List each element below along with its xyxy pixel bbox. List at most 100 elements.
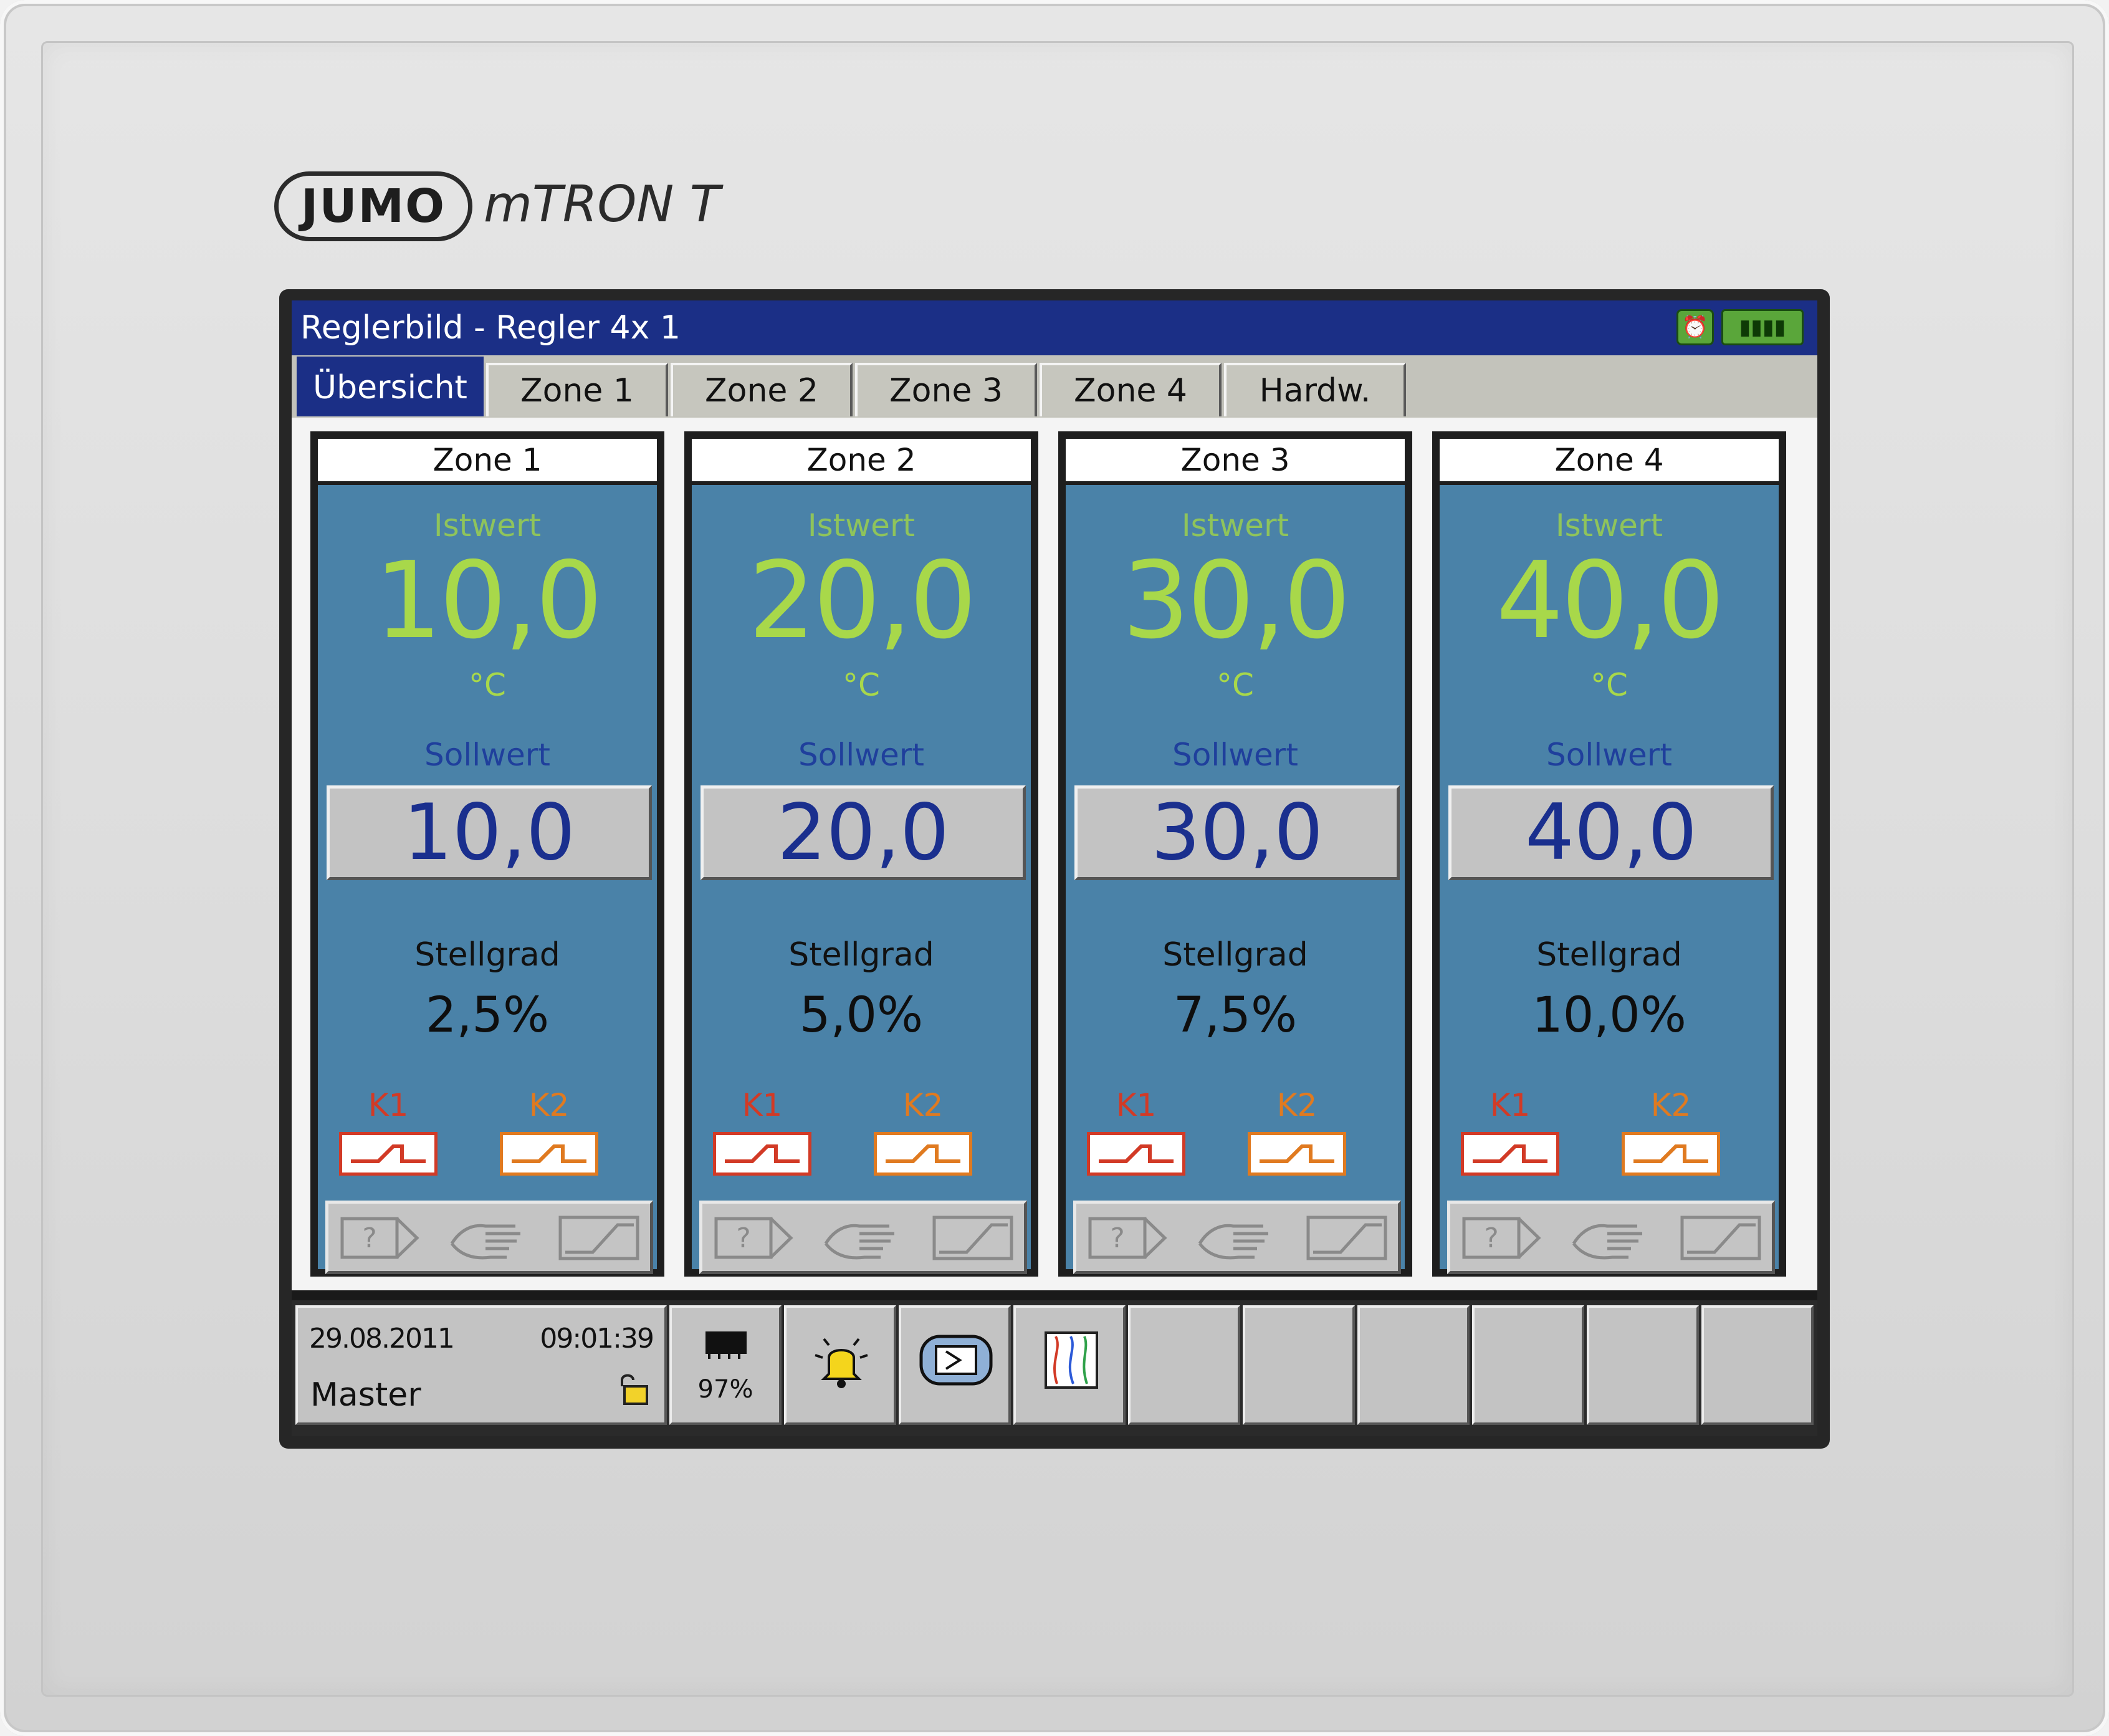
k1-label: K1 — [368, 1087, 409, 1123]
k1-label: K1 — [1116, 1087, 1157, 1123]
stellgrad-value: 5,0% — [799, 987, 924, 1043]
istwert-value: 20,0 — [748, 539, 977, 663]
unit-label: °C — [1217, 667, 1254, 703]
tab-zone-3[interactable]: Zone 3 — [855, 363, 1037, 416]
manual-hand-icon[interactable] — [1569, 1212, 1653, 1264]
ramp-icon[interactable] — [557, 1212, 641, 1264]
tab-hardware[interactable]: Hardw. — [1224, 363, 1406, 416]
touch-screen: Reglerbild - Regler 4x 1 ⏰ ▮▮▮▮ Übersich… — [292, 300, 1817, 1436]
zone-title: Zone 2 — [688, 435, 1035, 485]
help-icon[interactable]: ? — [1460, 1212, 1545, 1264]
ramp-icon[interactable] — [1678, 1212, 1763, 1264]
device-housing: JUMO mTRON T Reglerbild - Regler 4x 1 ⏰ … — [0, 0, 2109, 1736]
zone-title: Zone 1 — [314, 435, 661, 485]
sollwert-input[interactable]: 20,0 — [701, 785, 1026, 880]
sollwert-input[interactable]: 30,0 — [1074, 785, 1400, 880]
padlock-open-icon[interactable] — [613, 1370, 651, 1408]
help-icon[interactable]: ? — [338, 1212, 423, 1264]
overview-panel: Zone 1 Istwert 10,0 °C Sollwert 10,0 Ste… — [292, 418, 1817, 1290]
k1-label: K1 — [1490, 1087, 1531, 1123]
stellgrad-value: 7,5% — [1173, 987, 1298, 1043]
login-icon — [919, 1335, 993, 1386]
tab-bar: Übersicht Zone 1 Zone 2 Zone 3 Zone 4 Ha… — [292, 355, 1817, 418]
window-title: Reglerbild - Regler 4x 1 — [300, 309, 681, 347]
sollwert-label: Sollwert — [798, 737, 924, 773]
empty-softkey[interactable] — [1128, 1305, 1240, 1425]
memory-button[interactable]: 97% — [669, 1305, 782, 1425]
brand-logo: JUMO — [274, 171, 472, 241]
memory-chip-icon — [705, 1331, 747, 1359]
unit-label: °C — [469, 667, 506, 703]
help-icon[interactable]: ? — [1086, 1212, 1171, 1264]
zone-title: Zone 3 — [1062, 435, 1408, 485]
istwert-value: 40,0 — [1496, 539, 1725, 663]
zone-button-row: ? — [1447, 1201, 1775, 1274]
k2-label: K2 — [902, 1087, 944, 1123]
zone-body: Zone 3 Istwert 30,0 °C Sollwert 30,0 Ste… — [1062, 435, 1408, 1274]
title-bar: Reglerbild - Regler 4x 1 ⏰ ▮▮▮▮ — [292, 300, 1817, 355]
stellgrad-label: Stellgrad — [414, 936, 560, 974]
k2-label: K2 — [1276, 1087, 1318, 1123]
empty-softkey[interactable] — [1587, 1305, 1699, 1425]
k2-switch-icon — [1622, 1132, 1720, 1176]
sollwert-label: Sollwert — [1546, 737, 1672, 773]
alarm-button[interactable] — [784, 1305, 896, 1425]
k2-switch-icon — [500, 1132, 598, 1176]
zone-button-row: ? — [1073, 1201, 1401, 1274]
svg-text:?: ? — [1110, 1222, 1124, 1254]
date-display: 29.08.2011 — [309, 1323, 455, 1355]
alarm-bell-icon — [815, 1338, 868, 1388]
stellgrad-label: Stellgrad — [1162, 936, 1308, 974]
sollwert-input[interactable]: 40,0 — [1448, 785, 1774, 880]
sollwert-label: Sollwert — [1172, 737, 1298, 773]
memory-percent: 97% — [697, 1375, 753, 1404]
recorder-chart-icon — [1045, 1331, 1098, 1389]
login-button[interactable] — [899, 1305, 1011, 1425]
time-display: 09:01:39 — [540, 1323, 654, 1355]
k2-label: K2 — [528, 1087, 570, 1123]
istwert-value: 10,0 — [374, 539, 603, 663]
stellgrad-value: 10,0% — [1532, 987, 1686, 1043]
empty-softkey[interactable] — [1357, 1305, 1470, 1425]
status-footer: 29.08.2011 09:01:39 Master 97% — [292, 1300, 1817, 1436]
k1-switch-icon — [1461, 1132, 1559, 1176]
recorder-button[interactable] — [1013, 1305, 1126, 1425]
tab-uebersicht[interactable]: Übersicht — [297, 357, 484, 416]
help-icon[interactable]: ? — [712, 1212, 797, 1264]
manual-hand-icon[interactable] — [821, 1212, 906, 1264]
zone-button-row: ? — [325, 1201, 653, 1274]
unit-label: °C — [843, 667, 880, 703]
sollwert-label: Sollwert — [424, 737, 550, 773]
k1-switch-icon — [1087, 1132, 1185, 1176]
zone-body: Zone 1 Istwert 10,0 °C Sollwert 10,0 Ste… — [314, 435, 661, 1274]
brand-model: mTRON T — [484, 175, 720, 233]
ramp-icon[interactable] — [1304, 1212, 1389, 1264]
info-panel: 29.08.2011 09:01:39 Master — [295, 1305, 667, 1425]
status-icons: ⏰ ▮▮▮▮ — [1676, 309, 1804, 347]
zone-card: Zone 4 Istwert 40,0 °C Sollwert 40,0 Ste… — [1432, 431, 1786, 1277]
svg-text:?: ? — [736, 1222, 750, 1254]
stellgrad-label: Stellgrad — [1536, 936, 1682, 974]
svg-text:?: ? — [1484, 1222, 1498, 1254]
empty-softkey[interactable] — [1243, 1305, 1355, 1425]
empty-softkey[interactable] — [1701, 1305, 1814, 1425]
manual-hand-icon[interactable] — [1195, 1212, 1279, 1264]
empty-softkey[interactable] — [1472, 1305, 1584, 1425]
k2-switch-icon — [1248, 1132, 1346, 1176]
k1-switch-icon — [713, 1132, 811, 1176]
user-display: Master — [310, 1376, 421, 1414]
tab-zone-1[interactable]: Zone 1 — [486, 363, 668, 416]
sollwert-input[interactable]: 10,0 — [327, 785, 652, 880]
tab-zone-4[interactable]: Zone 4 — [1040, 363, 1222, 416]
battery-icon: ▮▮▮▮ — [1721, 309, 1804, 345]
tab-zone-2[interactable]: Zone 2 — [671, 363, 853, 416]
svg-text:?: ? — [362, 1222, 376, 1254]
manual-hand-icon[interactable] — [447, 1212, 532, 1264]
stellgrad-value: 2,5% — [425, 987, 550, 1043]
k1-switch-icon — [339, 1132, 438, 1176]
zone-body: Zone 2 Istwert 20,0 °C Sollwert 20,0 Ste… — [688, 435, 1035, 1274]
zone-card: Zone 2 Istwert 20,0 °C Sollwert 20,0 Ste… — [684, 431, 1038, 1277]
zone-card: Zone 3 Istwert 30,0 °C Sollwert 30,0 Ste… — [1058, 431, 1412, 1277]
zone-title: Zone 4 — [1436, 435, 1782, 485]
ramp-icon[interactable] — [930, 1212, 1015, 1264]
